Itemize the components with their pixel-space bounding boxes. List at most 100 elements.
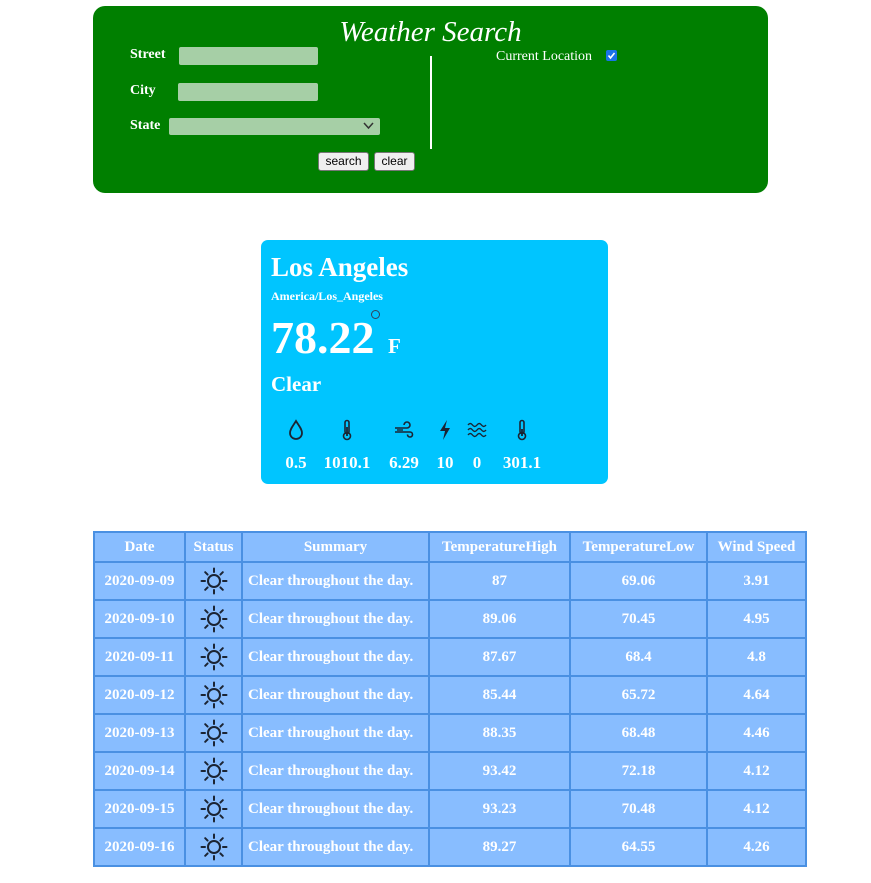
sun-icon xyxy=(200,681,227,709)
sun-icon xyxy=(200,719,227,747)
sun-icon xyxy=(200,757,227,785)
row-wind-speed: 4.95 xyxy=(707,600,806,638)
row-temp-high: 87 xyxy=(429,562,570,600)
row-wind-speed: 4.64 xyxy=(707,676,806,714)
row-temp-low: 68.48 xyxy=(570,714,707,752)
header-date: Date xyxy=(94,532,185,562)
row-summary: Clear throughout the day. xyxy=(242,562,429,600)
cloud-cover-icon xyxy=(467,422,487,438)
row-status xyxy=(185,676,242,714)
header-wind-speed: Wind Speed xyxy=(707,532,806,562)
sun-icon xyxy=(200,833,227,861)
humidity-icon xyxy=(289,419,303,440)
row-summary: Clear throughout the day. xyxy=(242,790,429,828)
row-temp-low: 65.72 xyxy=(570,676,707,714)
row-date: 2020-09-13 xyxy=(94,714,185,752)
row-wind-speed: 4.26 xyxy=(707,828,806,866)
header-summary: Summary xyxy=(242,532,429,562)
wind-speed-icon xyxy=(395,421,414,438)
humidity-value: 0.5 xyxy=(285,453,307,472)
row-wind-speed: 4.12 xyxy=(707,790,806,828)
row-summary: Clear throughout the day. xyxy=(242,752,429,790)
city-name: Los Angeles xyxy=(271,252,409,282)
row-temp-high: 93.23 xyxy=(429,790,570,828)
checkmark-icon xyxy=(607,52,616,60)
row-date: 2020-09-16 xyxy=(94,828,185,866)
row-summary: Clear throughout the day. xyxy=(242,828,429,866)
city-input[interactable] xyxy=(178,83,318,101)
row-temp-low: 70.48 xyxy=(570,790,707,828)
row-wind-speed: 4.46 xyxy=(707,714,806,752)
table-row: 2020-09-15 Clear throughout the day. 93.23… xyxy=(94,790,806,828)
row-status xyxy=(185,752,242,790)
table-row: 2020-09-14 Clear throughout the day. 93.42… xyxy=(94,752,806,790)
current-location-label: Current Location xyxy=(496,49,593,64)
current-location-checkbox[interactable] xyxy=(606,50,617,61)
table-row: 2020-09-13 Clear throughout the day. 88.35… xyxy=(94,714,806,752)
ozone-value: 301.1 xyxy=(502,453,542,472)
row-summary: Clear throughout the day. xyxy=(242,600,429,638)
current-temperature: 78.22 xyxy=(271,312,375,363)
row-date: 2020-09-11 xyxy=(94,638,185,676)
row-temp-low: 72.18 xyxy=(570,752,707,790)
row-temp-low: 68.4 xyxy=(570,638,707,676)
row-status xyxy=(185,790,242,828)
state-label: State xyxy=(130,118,161,133)
sun-icon xyxy=(200,567,227,595)
header-temp-low: TemperatureLow xyxy=(570,532,707,562)
table-row: 2020-09-12 Clear throughout the day. 85.44… xyxy=(94,676,806,714)
clear-button[interactable]: clear xyxy=(374,152,415,171)
row-temp-low: 64.55 xyxy=(570,828,707,866)
sun-icon xyxy=(200,643,227,671)
cloud-cover-value: 0 xyxy=(472,453,482,472)
search-title: Weather Search xyxy=(339,16,522,48)
temperature-unit: F xyxy=(388,334,401,358)
degree-icon xyxy=(371,310,380,319)
visibility-icon xyxy=(440,420,450,440)
row-summary: Clear throughout the day. xyxy=(242,676,429,714)
pressure-icon xyxy=(342,419,352,441)
chevron-down-icon xyxy=(363,122,374,130)
form-divider xyxy=(430,56,432,149)
table-header-row: Date Status Summary TemperatureHigh Temp… xyxy=(94,532,806,562)
row-temp-low: 70.45 xyxy=(570,600,707,638)
city-label: City xyxy=(130,83,156,98)
weather-summary: Clear xyxy=(271,372,322,396)
row-temp-high: 93.42 xyxy=(429,752,570,790)
row-wind-speed: 3.91 xyxy=(707,562,806,600)
table-row: 2020-09-11 Clear throughout the day. 87.67… xyxy=(94,638,806,676)
row-date: 2020-09-10 xyxy=(94,600,185,638)
sun-icon xyxy=(200,795,227,823)
street-input[interactable] xyxy=(179,47,318,65)
sun-icon xyxy=(200,605,227,633)
table-row: 2020-09-09 Clear throughout the day. 87 69.… xyxy=(94,562,806,600)
pressure-value: 1010.1 xyxy=(323,453,371,472)
ozone-icon xyxy=(517,419,527,441)
row-temp-high: 85.44 xyxy=(429,676,570,714)
row-temp-low: 69.06 xyxy=(570,562,707,600)
row-summary: Clear throughout the day. xyxy=(242,714,429,752)
header-status: Status xyxy=(185,532,242,562)
row-status xyxy=(185,714,242,752)
row-status xyxy=(185,828,242,866)
row-date: 2020-09-12 xyxy=(94,676,185,714)
row-temp-high: 89.06 xyxy=(429,600,570,638)
row-status xyxy=(185,638,242,676)
row-status xyxy=(185,562,242,600)
header-temp-high: TemperatureHigh xyxy=(429,532,570,562)
current-weather-card: Los Angeles America/Los_Angeles 78.22 F … xyxy=(261,240,608,484)
row-temp-high: 89.27 xyxy=(429,828,570,866)
search-button[interactable]: search xyxy=(318,152,369,171)
row-status xyxy=(185,600,242,638)
weather-search-form: Weather Search Street City State Current… xyxy=(93,6,768,193)
row-wind-speed: 4.12 xyxy=(707,752,806,790)
row-temp-high: 87.67 xyxy=(429,638,570,676)
forecast-table: Date Status Summary TemperatureHigh Temp… xyxy=(93,531,807,867)
timezone: America/Los_Angeles xyxy=(271,289,383,303)
state-select[interactable] xyxy=(169,118,380,135)
row-date: 2020-09-14 xyxy=(94,752,185,790)
row-summary: Clear throughout the day. xyxy=(242,638,429,676)
table-row: 2020-09-10 Clear throughout the day. 89.06… xyxy=(94,600,806,638)
table-row: 2020-09-16 Clear throughout the day. 89.27… xyxy=(94,828,806,866)
street-label: Street xyxy=(130,47,166,62)
